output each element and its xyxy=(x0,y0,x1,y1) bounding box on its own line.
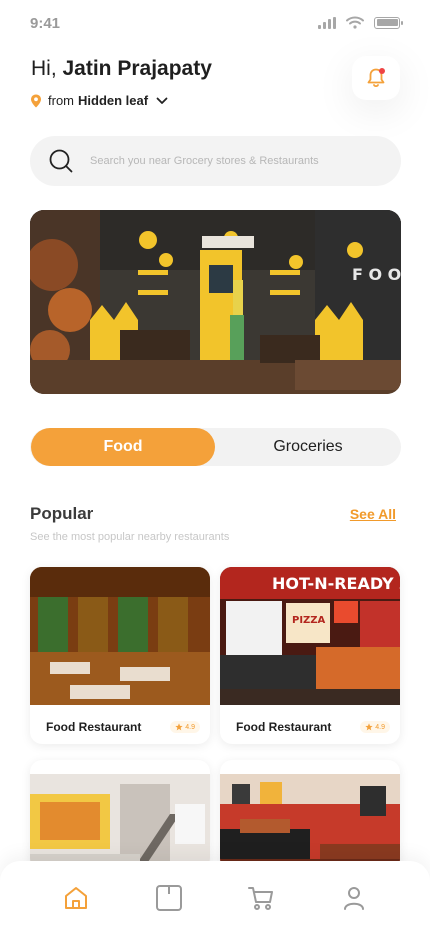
bell-icon xyxy=(367,68,385,88)
bottom-navigation xyxy=(0,861,430,934)
restaurant-name: Food Restaurant xyxy=(236,720,332,734)
star-icon xyxy=(365,723,373,731)
battery-icon xyxy=(374,16,403,29)
greeting: Hi, Jatin Prajapaty xyxy=(31,57,212,81)
see-all-link[interactable]: See All xyxy=(350,506,396,522)
tab-food[interactable]: Food xyxy=(31,428,215,466)
restaurant-card[interactable]: HOT-N-READY ZONE PIZZA Food Restaurant 4… xyxy=(220,567,400,744)
rating-badge: 4.9 xyxy=(360,721,390,733)
svg-text:PIZZA: PIZZA xyxy=(292,615,326,626)
restaurant-photo xyxy=(30,567,210,705)
restaurant-card[interactable] xyxy=(220,760,400,870)
search-icon xyxy=(49,149,73,173)
status-icons xyxy=(318,16,403,29)
profile-icon xyxy=(343,886,364,910)
location-pin-icon xyxy=(31,94,41,107)
restaurant-name: Food Restaurant xyxy=(46,720,142,734)
svg-text:HOT-N-READY ZONE: HOT-N-READY ZONE xyxy=(272,574,400,593)
restaurant-card[interactable]: Food Restaurant 4.9 xyxy=(30,567,210,744)
chevron-down-icon xyxy=(156,97,168,104)
category-tabs: Food Groceries xyxy=(30,428,401,466)
location-name: Hidden leaf xyxy=(78,93,149,108)
signal-icon xyxy=(318,16,336,29)
restaurant-photo: HOT-N-READY ZONE PIZZA xyxy=(220,567,400,705)
restaurant-card-info: Food Restaurant 4.9 xyxy=(220,710,400,744)
search-bar[interactable] xyxy=(30,136,401,186)
restaurant-card[interactable] xyxy=(30,760,210,870)
wifi-icon xyxy=(346,16,364,29)
svg-text:F O O: F O O xyxy=(352,265,401,284)
rating-badge: 4.9 xyxy=(170,721,200,733)
restaurant-interior-photo: F O O xyxy=(30,210,401,394)
nav-orders[interactable] xyxy=(149,878,189,918)
featured-banner-image[interactable]: F O O xyxy=(30,210,401,394)
cart-icon xyxy=(248,886,274,910)
restaurant-card-info: Food Restaurant 4.9 xyxy=(30,710,210,744)
user-name: Jatin Prajapaty xyxy=(62,57,212,80)
greeting-prefix: Hi, xyxy=(31,57,63,80)
location-selector[interactable]: from Hidden leaf xyxy=(30,93,168,108)
nav-profile[interactable] xyxy=(334,878,374,918)
nav-cart[interactable] xyxy=(241,878,281,918)
section-title-popular: Popular xyxy=(30,504,94,523)
tab-groceries[interactable]: Groceries xyxy=(215,428,401,466)
search-input[interactable] xyxy=(90,155,380,167)
orders-icon xyxy=(155,884,182,911)
star-icon xyxy=(175,723,183,731)
home-icon xyxy=(65,886,88,909)
notification-button[interactable] xyxy=(352,56,400,100)
status-time: 9:41 xyxy=(30,15,61,32)
restaurant-photo xyxy=(220,774,400,870)
restaurant-photo xyxy=(30,774,210,870)
rating-value: 4.9 xyxy=(375,723,385,731)
section-subtitle: See the most popular nearby restaurants xyxy=(30,531,230,543)
location-prefix: from xyxy=(48,93,74,108)
rating-value: 4.9 xyxy=(185,723,195,731)
nav-home[interactable] xyxy=(56,878,96,918)
status-bar: 9:41 xyxy=(0,0,430,48)
